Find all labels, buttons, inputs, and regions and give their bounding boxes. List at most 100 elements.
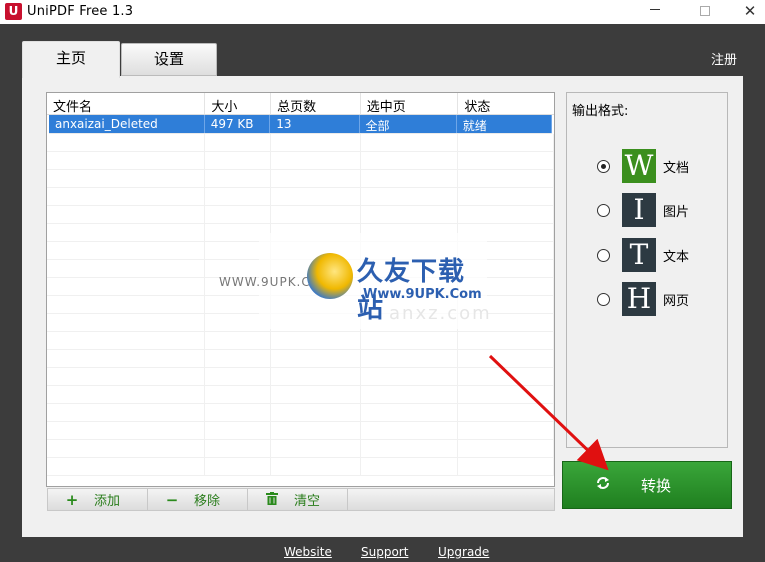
cell-size: 497 KB [205, 115, 271, 133]
empty-cell [205, 170, 272, 187]
trash-icon [264, 491, 280, 509]
empty-cell [271, 134, 361, 151]
empty-cell [361, 422, 459, 439]
empty-cell [361, 440, 459, 457]
empty-row [47, 170, 554, 188]
radio-text[interactable] [597, 248, 610, 262]
output-format-title: 输出格式: [572, 104, 629, 119]
maximize-icon [700, 6, 710, 16]
empty-cell [271, 170, 361, 187]
website-link[interactable]: Website [284, 545, 332, 559]
html-format-icon: H [622, 282, 656, 316]
empty-cell [271, 458, 361, 475]
format-label-document: 文档 [663, 160, 690, 176]
watermark-right-text: anxz.com [389, 303, 492, 324]
output-format-group: 输出格式: W 文档 I 图片 T 文本 H 网页 [566, 92, 728, 448]
format-option-text[interactable]: T 文本 [597, 238, 689, 272]
empty-cell [47, 458, 206, 475]
empty-cell [458, 422, 554, 439]
image-format-icon: I [622, 193, 656, 227]
empty-cell [361, 170, 459, 187]
empty-row [47, 206, 554, 224]
convert-button[interactable]: 转换 [562, 461, 732, 509]
add-label: 添加 [94, 494, 121, 509]
empty-cell [271, 152, 361, 169]
empty-cell [458, 404, 554, 421]
column-header-size[interactable]: 大小 [205, 93, 272, 114]
empty-cell [205, 368, 272, 385]
empty-row [47, 368, 554, 386]
empty-cell [458, 152, 554, 169]
empty-cell [361, 206, 459, 223]
empty-cell [361, 134, 459, 151]
empty-cell [458, 440, 554, 457]
title-bar: U UniPDF Free 1.3 ✕ [0, 0, 765, 24]
empty-cell [361, 404, 459, 421]
empty-row [47, 332, 554, 350]
watermark-url: Www.9UPK.Com [363, 287, 482, 302]
minus-icon: − [165, 490, 179, 509]
minimize-icon [650, 9, 660, 10]
empty-cell [205, 440, 272, 457]
empty-row [47, 422, 554, 440]
window-title: UniPDF Free 1.3 [27, 4, 134, 19]
empty-row [47, 404, 554, 422]
format-option-document[interactable]: W 文档 [597, 149, 689, 183]
support-link[interactable]: Support [361, 545, 408, 559]
empty-cell [47, 422, 206, 439]
empty-cell [47, 404, 206, 421]
text-format-icon: T [622, 238, 656, 272]
empty-cell [205, 422, 272, 439]
word-document-icon: W [622, 149, 656, 183]
tab-home[interactable]: 主页 [22, 41, 120, 78]
empty-row [47, 386, 554, 404]
table-row[interactable]: anxaizai_Deleted 497 KB 13 全部 就绪 [49, 115, 552, 134]
convert-label: 转换 [641, 476, 672, 495]
home-panel: 文件名 大小 总页数 选中页 状态 anxaizai_Deleted 497 K… [22, 76, 743, 537]
register-link[interactable]: 注册 [711, 49, 737, 68]
empty-cell [47, 260, 206, 277]
empty-row [47, 134, 554, 152]
empty-cell [361, 368, 459, 385]
empty-cell [458, 368, 554, 385]
radio-webpage[interactable] [597, 292, 610, 306]
empty-cell [205, 152, 272, 169]
plus-icon: + [65, 490, 79, 509]
clear-label: 清空 [294, 494, 321, 509]
upgrade-link[interactable]: Upgrade [438, 545, 489, 559]
empty-cell [458, 134, 554, 151]
empty-cell [205, 188, 272, 205]
cell-filename: anxaizai_Deleted [49, 115, 205, 133]
empty-cell [47, 386, 206, 403]
file-list[interactable]: 文件名 大小 总页数 选中页 状态 anxaizai_Deleted 497 K… [46, 92, 555, 487]
app-body: 主页 设置 注册 文件名 大小 总页数 选中页 状态 anxaizai_Dele… [0, 24, 765, 562]
empty-cell [205, 134, 272, 151]
add-button[interactable]: + 添加 [48, 489, 148, 510]
empty-row [47, 152, 554, 170]
empty-cell [47, 296, 206, 313]
close-button[interactable]: ✕ [727, 0, 765, 24]
clear-button[interactable]: 清空 [248, 489, 348, 510]
radio-image[interactable] [597, 203, 610, 217]
column-header-filename[interactable]: 文件名 [47, 93, 206, 114]
maximize-button[interactable] [682, 0, 728, 24]
empty-cell [458, 332, 554, 349]
empty-cell [205, 404, 272, 421]
format-label-webpage: 网页 [663, 293, 690, 309]
empty-cell [47, 314, 206, 331]
minimize-button[interactable] [632, 0, 678, 24]
empty-row [47, 188, 554, 206]
column-header-status[interactable]: 状态 [458, 93, 554, 114]
column-header-selected-pages[interactable]: 选中页 [361, 93, 459, 114]
remove-button[interactable]: − 移除 [148, 489, 248, 510]
empty-cell [205, 458, 272, 475]
format-option-webpage[interactable]: H 网页 [597, 282, 689, 316]
column-header-pages[interactable]: 总页数 [271, 93, 361, 114]
radio-document[interactable] [597, 159, 610, 173]
empty-cell [458, 170, 554, 187]
empty-cell [271, 404, 361, 421]
empty-cell [458, 350, 554, 367]
format-option-image[interactable]: I 图片 [597, 193, 689, 227]
tab-settings[interactable]: 设置 [121, 43, 217, 76]
